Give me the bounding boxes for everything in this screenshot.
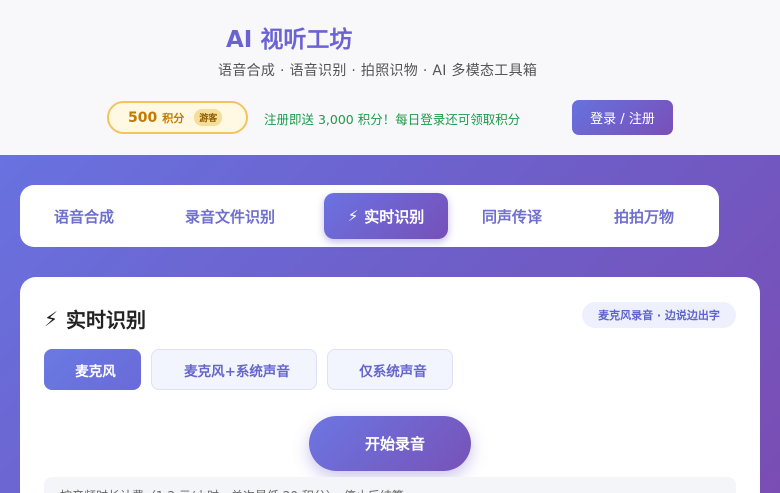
start-recording-label: 开始录音 bbox=[364, 435, 425, 453]
tab-label: 语音合成 bbox=[54, 207, 115, 226]
source-label: 仅系统声音 bbox=[359, 363, 427, 380]
source-label: 麦克风+系统声音 bbox=[184, 363, 290, 380]
credits-amount: 500 bbox=[128, 109, 158, 126]
tab-simultaneous-interpretation[interactable]: 同声传译 bbox=[476, 193, 542, 239]
signup-notice: 注册即送 3,000 积分！每日登录还可领取积分 bbox=[264, 109, 520, 128]
source-mic-system-button[interactable]: 麦克风+系统声音 bbox=[151, 349, 317, 390]
start-recording-button[interactable]: 开始录音 bbox=[309, 416, 471, 471]
app-subtitle: 语音合成 · 语音识别 · 拍照识物 · AI 多模态工具箱 bbox=[218, 63, 538, 79]
lightning-icon: ⚡ bbox=[347, 207, 359, 225]
feature-tabs: 语音合成 录音文件识别 ⚡ 实时识别 同声传译 拍拍万物 bbox=[20, 185, 719, 247]
tab-label: 拍拍万物 bbox=[614, 207, 675, 226]
tab-label: 实时识别 bbox=[364, 207, 425, 226]
tab-file-recognition[interactable]: 录音文件识别 bbox=[179, 193, 275, 239]
app-title-text: AI 视听工坊 bbox=[226, 27, 353, 53]
main-area: 语音合成 录音文件识别 ⚡ 实时识别 同声传译 拍拍万物 ⚡ 实时识别 麦克风录… bbox=[0, 155, 780, 493]
credits-badge[interactable]: 500 积分 游客 bbox=[107, 101, 248, 134]
lightning-icon: ⚡ bbox=[44, 306, 59, 331]
tab-label: 录音文件识别 bbox=[185, 207, 276, 226]
tab-label: 同声传译 bbox=[482, 207, 543, 226]
source-microphone-button[interactable]: 麦克风 bbox=[44, 349, 141, 390]
guest-badge: 游客 bbox=[194, 109, 223, 126]
billing-info: 按音频时长计费（1.2 元/小时，单次最低 20 积分），停止后结算 bbox=[44, 477, 736, 493]
app-header: AI 视听工坊 语音合成 · 语音识别 · 拍照识物 · AI 多模态工具箱 5… bbox=[0, 0, 780, 155]
source-system-only-button[interactable]: 仅系统声音 bbox=[327, 349, 453, 390]
app-title: AI 视听工坊 bbox=[218, 20, 352, 54]
source-label: 麦克风 bbox=[75, 363, 116, 380]
card-title: ⚡ 实时识别 bbox=[44, 304, 146, 333]
login-register-button[interactable]: 登录 / 注册 bbox=[572, 100, 673, 135]
tab-realtime-recognition[interactable]: ⚡ 实时识别 bbox=[324, 193, 448, 239]
mode-badge: 麦克风录音 · 边说边出字 bbox=[582, 302, 736, 328]
card-title-text: 实时识别 bbox=[66, 308, 147, 332]
tab-snap-recognize[interactable]: 拍拍万物 bbox=[608, 193, 674, 239]
signup-notice-text: 注册即送 3,000 积分！每日登录还可领取积分 bbox=[264, 112, 521, 127]
credits-unit: 积分 bbox=[162, 111, 185, 125]
tab-speech-synthesis[interactable]: 语音合成 bbox=[48, 193, 114, 239]
realtime-card: ⚡ 实时识别 麦克风录音 · 边说边出字 麦克风 麦克风+系统声音 仅系统声音 … bbox=[20, 277, 760, 493]
